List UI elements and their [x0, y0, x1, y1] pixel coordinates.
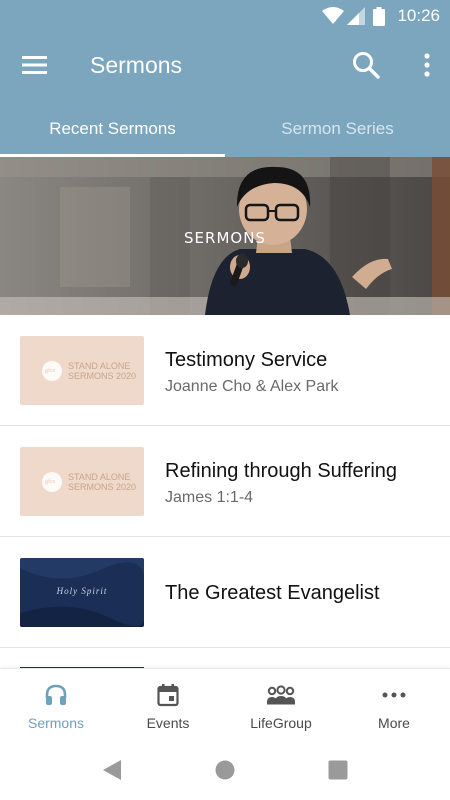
status-time: 10:26: [397, 6, 440, 25]
group-icon: [267, 685, 295, 705]
menu-icon[interactable]: [22, 54, 48, 76]
thumbnail-caption-line: STAND ALONE: [68, 361, 131, 371]
app-bar: Sermons: [0, 32, 450, 100]
nav-label: More: [378, 715, 410, 731]
nav-item-sermons[interactable]: Sermons: [0, 669, 112, 741]
nav-item-more[interactable]: More: [338, 669, 450, 741]
battery-icon: [373, 7, 385, 26]
sermon-subtitle: Joanne Cho & Alex Park: [165, 378, 339, 395]
page-title: Sermons: [90, 52, 183, 78]
sermon-row[interactable]: gfce STAND ALONE SERMONS 2020 Testimony …: [0, 315, 450, 426]
thumbnail-caption-line: SERMONS 2020: [68, 482, 137, 492]
recents-icon[interactable]: [328, 760, 348, 780]
nav-item-events[interactable]: Events: [112, 669, 224, 741]
home-icon[interactable]: [215, 760, 235, 780]
system-navigation-bar: [0, 740, 450, 800]
church-logo-text: gfce: [45, 479, 56, 485]
tab-sermon-series[interactable]: Sermon Series: [225, 100, 450, 157]
calendar-icon: [157, 684, 179, 707]
sermon-subtitle: James 1:1-4: [165, 489, 254, 506]
sermon-title: Testimony Service: [165, 349, 328, 371]
thumbnail-caption-line: STAND ALONE: [68, 472, 131, 482]
hero-label: SERMONS: [184, 229, 266, 247]
overflow-menu-icon[interactable]: [422, 52, 432, 80]
headphones-icon: [45, 684, 67, 705]
tab-recent-sermons[interactable]: Recent Sermons: [0, 100, 225, 157]
sermon-thumbnail: gfce STAND ALONE SERMONS 2020: [20, 447, 144, 516]
back-icon[interactable]: [102, 759, 122, 781]
sermon-row[interactable]: Holy Spirit The Greatest Evangelist: [0, 537, 450, 648]
sermon-row[interactable]: gfce STAND ALONE SERMONS 2020 Refining t…: [0, 426, 450, 537]
nav-label: Sermons: [27, 715, 85, 731]
sermon-list: gfce STAND ALONE SERMONS 2020 Testimony …: [0, 315, 450, 648]
church-logo-text: gfce: [45, 368, 56, 374]
sermon-thumbnail: gfce STAND ALONE SERMONS 2020: [20, 336, 144, 405]
sermon-title: Refining through Suffering: [165, 460, 398, 482]
cellular-signal-icon: [347, 7, 365, 25]
thumbnail-caption: STAND ALONE SERMONS 2020: [68, 361, 136, 381]
nav-label: LifeGroup: [250, 715, 312, 731]
thumbnail-caption: Holy Spirit: [56, 586, 108, 596]
search-icon[interactable]: [352, 51, 380, 79]
wifi-icon: [322, 7, 344, 24]
thumbnail-caption-line: SERMONS 2020: [68, 371, 137, 381]
sermon-title: The Greatest Evangelist: [165, 582, 380, 604]
thumbnail-caption: STAND ALONE SERMONS 2020: [68, 472, 136, 492]
nav-item-lifegroup[interactable]: LifeGroup: [225, 669, 337, 741]
tab-bar: Recent Sermons Sermon Series: [0, 100, 450, 157]
status-bar: 10:26: [0, 0, 450, 32]
sermon-thumbnail: Holy Spirit: [20, 558, 144, 627]
bottom-navigation: Sermons Events LifeGroup More: [0, 668, 450, 741]
hero-banner[interactable]: SERMONS: [0, 157, 450, 315]
more-horizontal-icon: [382, 692, 406, 698]
nav-label: Events: [146, 715, 190, 731]
